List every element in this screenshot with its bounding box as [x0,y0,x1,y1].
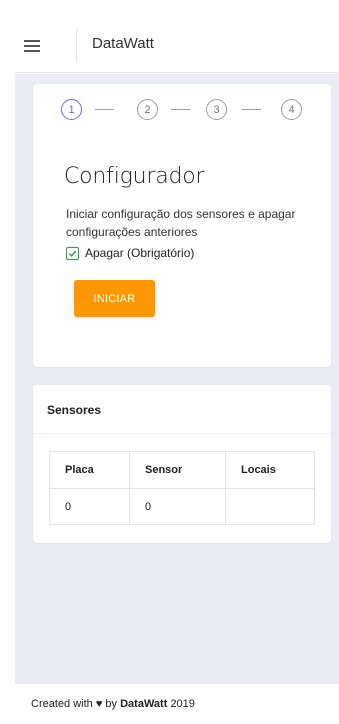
table-row: 0 0 [49,488,315,525]
brand-title: DataWatt [92,35,154,52]
top-bar [15,0,339,73]
configurator-card: 1 2 3 4 Configurador Iniciar configuraçã… [33,84,331,367]
step-connector [242,109,261,111]
footer-year: 2019 [170,698,195,710]
erase-checkbox[interactable] [66,246,79,260]
sensors-title: Sensores [47,403,102,417]
footer-prefix: Created with [31,698,93,710]
column-header-sensor: Sensor [129,451,226,489]
column-header-placa: Placa [49,451,130,489]
main-content: 1 2 3 4 Configurador Iniciar configuraçã… [15,74,339,684]
sensors-table: Placa Sensor Locais 0 0 [49,451,315,525]
footer-by: by [105,698,118,710]
erase-checkbox-row[interactable]: Apagar (Obrigatório) [66,244,194,262]
sensors-card: Sensores Placa Sensor Locais 0 0 [33,385,331,543]
step-3[interactable]: 3 [206,99,227,120]
card-divider [33,433,331,434]
configurator-description: Iniciar configuração dos sensores e apag… [66,207,296,239]
step-connector [171,109,190,111]
brand-divider [76,28,77,62]
table-header-row: Placa Sensor Locais [49,451,315,489]
hamburger-menu-icon[interactable] [24,40,40,52]
footer: Created with ♥ by DataWatt 2019 [31,698,195,710]
step-connector [95,109,114,111]
step-2[interactable]: 2 [137,99,158,120]
erase-checkbox-label: Apagar (Obrigatório) [85,246,195,260]
cell-sensor: 0 [129,488,226,525]
step-4[interactable]: 4 [281,99,302,120]
step-1[interactable]: 1 [61,99,82,120]
column-header-locais: Locais [225,451,315,489]
stepper: 1 2 3 4 [61,99,311,123]
page-title: Configurador [64,164,205,189]
cell-placa: 0 [49,488,130,525]
footer-brand: DataWatt [120,698,168,710]
cell-locais [225,488,315,525]
heart-icon: ♥ [95,698,103,710]
start-button[interactable]: INICIAR [74,280,155,317]
checkmark-icon [68,250,77,257]
